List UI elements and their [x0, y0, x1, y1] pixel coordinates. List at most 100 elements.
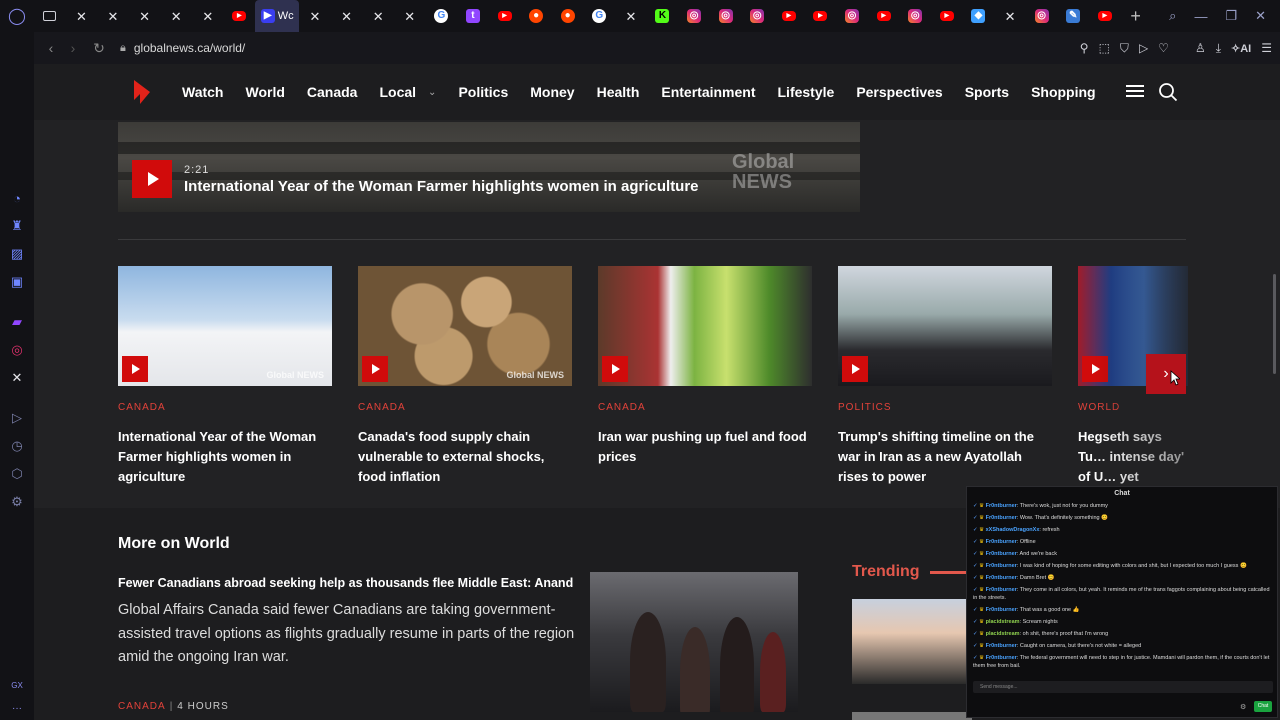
browser-tab[interactable]: ▶ [224, 0, 256, 32]
heart-icon[interactable]: ♡ [1158, 41, 1169, 55]
chat-username[interactable]: Fr0ntburner [986, 643, 1017, 649]
chevron-down-icon[interactable]: ⌄ [428, 87, 436, 98]
shield-icon[interactable]: ⛉ [1120, 41, 1129, 56]
play-icon[interactable]: ▷ [1139, 41, 1148, 55]
card-category[interactable]: CANADA [118, 402, 332, 413]
twitch-icon[interactable]: ▰ [0, 308, 34, 336]
global-news-logo-icon[interactable] [130, 78, 152, 106]
chat-username[interactable]: Fr0ntburner [986, 503, 1017, 509]
extensions-icon[interactable]: ⬡ [0, 460, 34, 488]
chat-send-button[interactable]: Chat [1254, 701, 1272, 712]
browser-tab[interactable]: ◎ [678, 0, 710, 32]
browser-tab[interactable]: ✕ [129, 0, 161, 32]
chat-username[interactable]: Fr0ntburner [986, 587, 1017, 593]
chat-username[interactable]: Fr0ntburner [986, 563, 1017, 569]
video-card[interactable]: Global NEWS CANADA Canada's food supply ch… [358, 266, 572, 487]
video-thumbnail[interactable]: Global NEWS [358, 266, 572, 386]
browser-tab[interactable]: ✕ [192, 0, 224, 32]
video-card[interactable]: CANADA Iran war pushing up fuel and food … [598, 266, 812, 467]
browser-tab[interactable]: G [584, 0, 616, 32]
browser-tab[interactable]: ✎ [1057, 0, 1089, 32]
card-title[interactable]: Trump's shifting timeline on the war in … [838, 427, 1052, 487]
nav-item-lifestyle[interactable]: Lifestyle [778, 84, 835, 100]
card-title[interactable]: Iran war pushing up fuel and food prices [598, 427, 812, 467]
nav-item-politics[interactable]: Politics [458, 84, 508, 100]
browser-tab[interactable]: ✕ [160, 0, 192, 32]
play-button[interactable] [122, 356, 148, 382]
browser-tab[interactable]: ◎ [836, 0, 868, 32]
browser-tab[interactable]: K [647, 0, 679, 32]
play-button[interactable] [842, 356, 868, 382]
card-category[interactable]: CANADA [598, 402, 812, 413]
browser-tab[interactable]: ▶ [931, 0, 963, 32]
carousel-next-button[interactable]: › [1146, 354, 1186, 394]
settings-icon[interactable]: ⚙ [0, 488, 34, 516]
nav-item-health[interactable]: Health [597, 84, 640, 100]
easy-setup-icon[interactable]: ☰ [1261, 41, 1272, 55]
chat-username[interactable]: placidstream [986, 631, 1020, 637]
chat-username[interactable]: placidstream [986, 619, 1020, 625]
nav-item-local[interactable]: Local ⌄ [379, 84, 436, 100]
player-icon[interactable]: ▷ [0, 404, 34, 432]
play-button[interactable] [362, 356, 388, 382]
chat-username[interactable]: Fr0ntburner [986, 515, 1017, 521]
chat-username[interactable]: Fr0ntburner [986, 607, 1017, 613]
card-category[interactable]: CANADA [358, 402, 572, 413]
screenshot-icon[interactable]: ⬚ [1099, 41, 1110, 55]
browser-tab[interactable]: ✕ [299, 0, 331, 32]
hero-play-button[interactable] [132, 160, 172, 198]
browser-tab[interactable]: ▶ [868, 0, 900, 32]
profile-icon[interactable]: ♙ [1195, 41, 1206, 55]
browser-tab[interactable]: ✕ [394, 0, 426, 32]
browser-tab[interactable]: ▶ [489, 0, 521, 32]
opera-gx-logo-icon[interactable]: ◯ [0, 0, 34, 32]
browser-tab[interactable]: ▶ Wc [255, 0, 300, 32]
browser-tab[interactable]: ◆ [963, 0, 995, 32]
hero-video[interactable]: 2:21 International Year of the Woman Far… [118, 122, 860, 212]
close-window-icon[interactable]: ✕ [1255, 8, 1266, 24]
card-title[interactable]: International Year of the Woman Farmer h… [118, 427, 332, 487]
video-card[interactable]: POLITICS Trump's shifting timeline on the… [838, 266, 1052, 487]
browser-tab[interactable]: ✕ [994, 0, 1026, 32]
trending-thumbnail[interactable] [852, 599, 972, 684]
more-icon[interactable]: ··· [12, 703, 22, 714]
browser-tab[interactable]: ◎ [741, 0, 773, 32]
article-category[interactable]: CANADA [118, 701, 166, 712]
minimize-icon[interactable]: — [1194, 9, 1207, 24]
video-thumbnail[interactable]: Global NEWS [118, 266, 332, 386]
nav-item-watch[interactable]: Watch [182, 84, 223, 100]
nav-item-canada[interactable]: Canada [307, 84, 358, 100]
nav-item-world[interactable]: World [245, 84, 284, 100]
browser-tab[interactable]: G [426, 0, 458, 32]
m-app-icon[interactable]: ▣ [0, 268, 34, 296]
nav-item-sports[interactable]: Sports [965, 84, 1009, 100]
browser-tab[interactable]: ✕ [66, 0, 98, 32]
article-title[interactable]: Fewer Canadians abroad seeking help as t… [118, 576, 573, 590]
history-icon[interactable]: ◷ [0, 432, 34, 460]
browser-tab[interactable]: t [457, 0, 489, 32]
hamburger-menu-icon[interactable] [1126, 82, 1144, 100]
chat-username[interactable]: Fr0ntburner [986, 539, 1017, 545]
video-thumbnail[interactable] [838, 266, 1052, 386]
video-thumbnail[interactable] [598, 266, 812, 386]
download-icon[interactable]: ⤓ [1216, 41, 1221, 56]
search-tabs-icon[interactable]: ⌕ [1169, 8, 1176, 24]
instagram-icon[interactable]: ◎ [0, 336, 34, 364]
nav-item-perspectives[interactable]: Perspectives [856, 84, 942, 100]
nav-item-shopping[interactable]: Shopping [1031, 84, 1096, 100]
browser-tab[interactable]: ✕ [331, 0, 363, 32]
browser-tab[interactable]: ▶ [805, 0, 837, 32]
trending-thumbnail[interactable] [852, 712, 972, 720]
chat-input[interactable]: Send message... [973, 681, 1273, 693]
snap-icon[interactable]: ❐ [1225, 8, 1237, 24]
new-tab-button[interactable]: + [1121, 6, 1151, 27]
article-image[interactable] [590, 572, 798, 712]
browser-tab[interactable]: ◎ [899, 0, 931, 32]
chat-username[interactable]: xXShadowDragonXx [986, 527, 1040, 533]
article-summary[interactable]: Global Affairs Canada said fewer Canadia… [118, 599, 588, 670]
play-button[interactable] [602, 356, 628, 382]
ai-button[interactable]: ✧AI [1231, 42, 1251, 55]
chat-username[interactable]: Fr0ntburner [986, 655, 1017, 661]
gx-control-icon[interactable]: ◔ [0, 184, 34, 212]
scroll-thumb[interactable] [1273, 274, 1276, 374]
